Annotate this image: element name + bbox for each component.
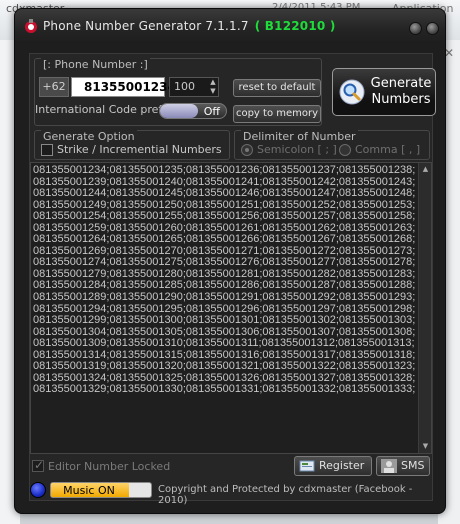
semicolon-radio[interactable] (241, 144, 253, 156)
sms-avatar-icon (381, 459, 397, 473)
comma-radio[interactable] (339, 144, 351, 156)
generate-option-label: Generate Option (41, 130, 137, 143)
minimize-button[interactable] (409, 22, 422, 35)
comma-label: Comma [ , ] (355, 143, 421, 156)
copyright-text: Copyright and Protected by cdxmaster (Fa… (158, 484, 413, 506)
editor-locked-label: Editor Number Locked (48, 460, 171, 473)
phone-number-group: [: Phone Number :] +62 81355001234 100 ▲… (34, 58, 322, 126)
copy-memory-button[interactable]: copy to memory (233, 105, 321, 123)
strike-checkbox[interactable] (41, 144, 53, 156)
generate-label: Generate Numbers (370, 76, 432, 107)
scroll-down-icon[interactable]: ▼ (420, 441, 431, 452)
title-bar[interactable]: Phone Number Generator 7.1.1.7( B122010 … (15, 9, 445, 43)
intl-prefix-label: International Code prefix : (35, 103, 180, 116)
generated-numbers[interactable]: 081355001234;081355001235;081355001236;0… (33, 165, 419, 451)
music-label: Music ON (63, 484, 115, 497)
editor-locked-checkbox[interactable] (32, 458, 44, 472)
scroll-up-icon[interactable]: ▲ (420, 164, 431, 175)
main-panel: [: Phone Number :] +62 81355001234 100 ▲… (29, 53, 436, 506)
delimiter-group: Delimiter of Number Semicolon [ ; ] Comm… (234, 130, 430, 160)
phone-group-label: [: Phone Number :] (41, 58, 150, 71)
window-title: Phone Number Generator 7.1.1.7( B122010 … (43, 19, 336, 33)
app-icon (25, 19, 37, 33)
music-indicator-icon[interactable] (30, 482, 46, 498)
semicolon-label: Semicolon [ ; ] (257, 143, 337, 156)
music-toggle[interactable]: Music ON (50, 482, 152, 498)
output-textarea[interactable]: 081355001234;081355001235;081355001236;0… (30, 162, 432, 454)
toggle-knob (160, 104, 198, 118)
register-label: Register (319, 459, 365, 472)
sms-button[interactable]: SMS (376, 456, 430, 476)
generate-numbers-button[interactable]: Generate Numbers (332, 68, 436, 116)
delimiter-label: Delimiter of Number (241, 130, 358, 143)
build-label: ( B122010 ) (254, 19, 336, 33)
strike-label: Strike / Incremential Numbers (57, 143, 222, 156)
register-icon (299, 460, 315, 472)
stepper-down-icon[interactable]: ▼ (208, 87, 218, 96)
register-button[interactable]: Register (294, 456, 372, 476)
toggle-state: Off (203, 105, 220, 118)
reset-default-button[interactable]: reset to default (233, 79, 321, 97)
app-window: Phone Number Generator 7.1.1.7( B122010 … (14, 8, 446, 514)
output-scrollbar[interactable]: ▲ ▼ (418, 163, 431, 453)
intl-prefix-toggle[interactable]: Off (159, 103, 227, 119)
generate-option-group: Generate Option Strike / Incremential Nu… (34, 130, 230, 160)
phone-number-input[interactable]: 81355001234 (71, 77, 176, 97)
close-button[interactable] (426, 22, 439, 35)
stepper-up-icon[interactable]: ▲ (208, 78, 218, 87)
sms-label: SMS (401, 459, 425, 472)
magnifier-icon (339, 79, 365, 105)
country-prefix[interactable]: +62 (39, 77, 69, 97)
